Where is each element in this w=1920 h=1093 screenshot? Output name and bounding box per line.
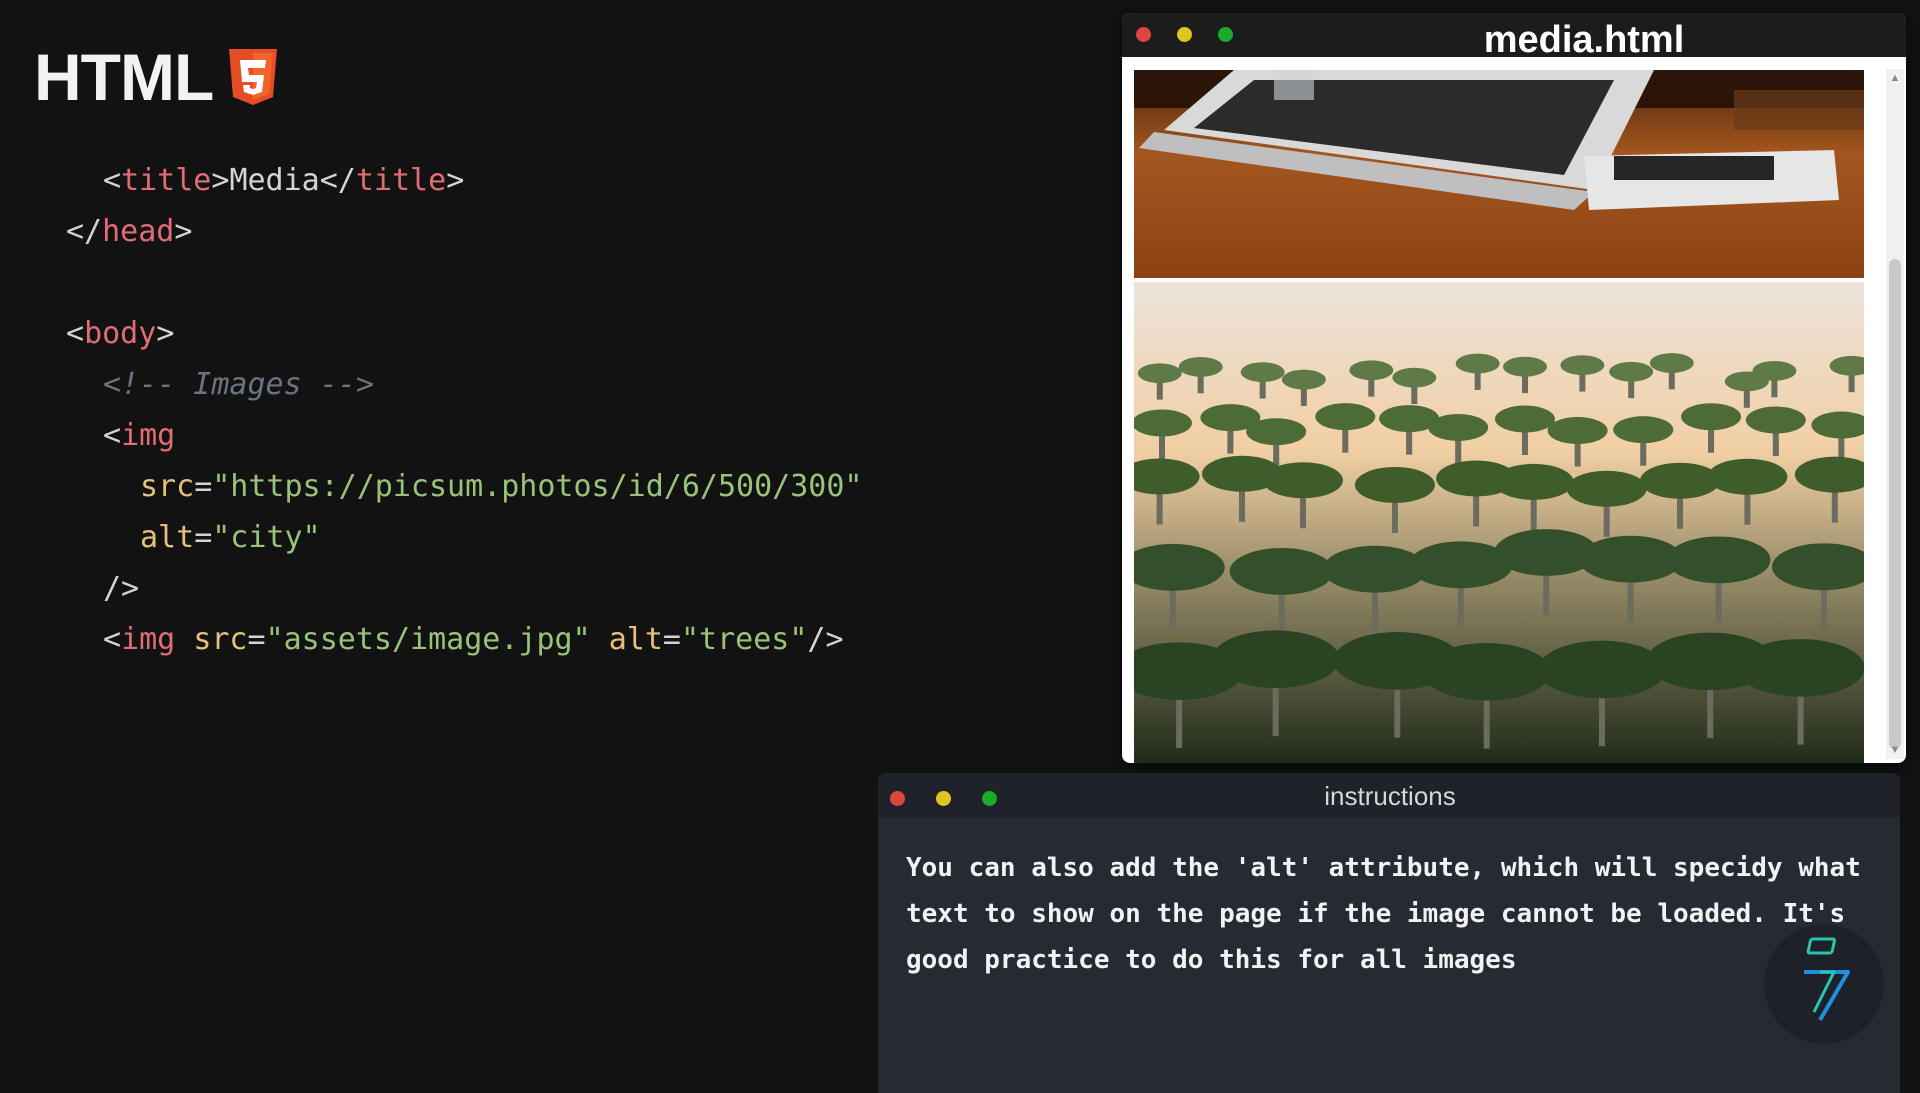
html5-shield-icon <box>229 49 278 105</box>
code-token-str: "trees" <box>680 622 808 657</box>
scroll-down-icon[interactable]: ▼ <box>1886 743 1904 757</box>
code-token-str: "assets/image.jpg" <box>265 622 591 657</box>
code-token-bracket: = <box>194 520 213 555</box>
code-token-bracket: </ <box>66 214 103 249</box>
code-line[interactable]: <img <box>66 410 862 461</box>
code-line[interactable]: <title>Media</title> <box>66 155 862 206</box>
scroll-up-icon[interactable]: ▲ <box>1886 71 1904 85</box>
instructions-text: You can also add the 'alt' attribute, wh… <box>906 853 1861 975</box>
code-line[interactable]: <body> <box>66 308 862 359</box>
code-token-bracket: /> <box>103 571 140 606</box>
code-line[interactable]: alt="city" <box>66 512 862 563</box>
code-token-tag: body <box>84 316 157 351</box>
code-token-bracket: > <box>211 163 230 198</box>
code-token-attr: src <box>193 622 248 657</box>
code-line[interactable]: <!-- Images --> <box>66 359 862 410</box>
code-token-tag: title <box>355 163 447 198</box>
code-line[interactable]: </head> <box>66 206 862 257</box>
trees-image <box>1134 282 1864 763</box>
preview-scrollbar[interactable]: ▲ ▼ <box>1886 69 1904 759</box>
code-token-bracket: > <box>446 163 465 198</box>
code-token-bracket: < <box>103 163 122 198</box>
code-line[interactable] <box>66 257 862 308</box>
code-token-bracket: </ <box>319 163 356 198</box>
code-token-text: Media <box>229 163 320 198</box>
code-line[interactable]: <img src="assets/image.jpg" alt="trees"/… <box>66 614 862 665</box>
trees-photo-drawing <box>1134 282 1864 763</box>
code-editor[interactable]: <title>Media</title> </head> <body> <!-- Im… <box>66 155 862 665</box>
preview-titlebar: media.html <box>1122 13 1906 61</box>
code-token-comment: <!-- Images --> <box>103 367 374 402</box>
code-token-tag: img <box>121 418 176 453</box>
code-token-bracket: < <box>103 418 122 453</box>
code-token-bracket: = <box>194 469 213 504</box>
instructions-window: instructions You can also add the 'alt' … <box>878 773 1900 1093</box>
instructions-title: instructions <box>1324 781 1456 811</box>
code-token-bracket: = <box>247 622 266 657</box>
brand-badge <box>1764 924 1884 1044</box>
code-token-tag: img <box>121 622 176 657</box>
code-token-bracket: > <box>156 316 175 351</box>
preview-window[interactable]: media.html ▲ ▼ <box>1122 13 1906 763</box>
code-line[interactable]: /> <box>66 563 862 614</box>
code-token-bracket: < <box>103 622 122 657</box>
code-token-tag: head <box>102 214 175 249</box>
code-token-bracket: < <box>66 316 85 351</box>
code-token-str: "https://picsum.photos/id/6/500/300" <box>212 469 863 504</box>
code-line[interactable]: src="https://picsum.photos/id/6/500/300" <box>66 461 862 512</box>
laptop-image <box>1134 70 1864 278</box>
html-logo: HTML <box>34 40 279 114</box>
laptop-photo-drawing <box>1134 70 1864 278</box>
code-token-attr: alt <box>608 622 663 657</box>
code-token-bracket: = <box>662 622 681 657</box>
code-token-attr: src <box>140 469 195 504</box>
code-token-str: "city" <box>212 520 321 555</box>
instructions-titlebar: instructions <box>878 773 1900 817</box>
code-token-tag: title <box>121 163 212 198</box>
code-token-attr: alt <box>140 520 195 555</box>
logo-text: HTML <box>34 40 214 114</box>
code-token-bracket: /> <box>807 622 844 657</box>
brand-bolt-icon <box>1804 937 1850 1022</box>
preview-title: media.html <box>1483 19 1685 61</box>
code-token-bracket: > <box>174 214 193 249</box>
preview-content <box>1134 57 1864 763</box>
scroll-thumb[interactable] <box>1889 259 1901 749</box>
